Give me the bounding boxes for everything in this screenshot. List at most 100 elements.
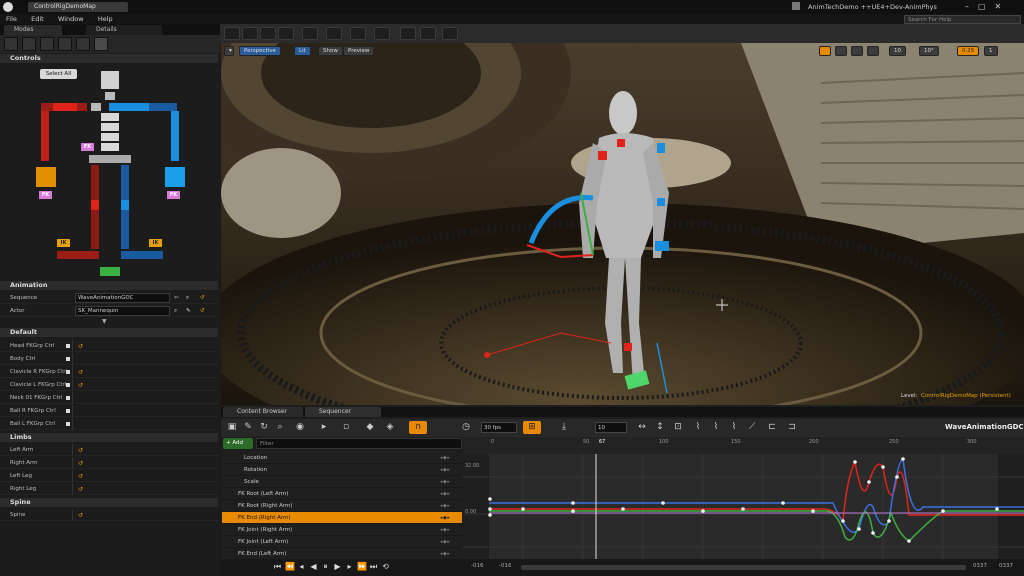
- menu-edit[interactable]: Edit: [31, 14, 44, 24]
- track-key-buttons[interactable]: ◂◆▸: [440, 524, 450, 536]
- save-icon[interactable]: ▣: [225, 421, 239, 434]
- upperarm-l-control[interactable]: [125, 103, 149, 111]
- show-button[interactable]: Show: [318, 46, 343, 56]
- browse-icon[interactable]: ⌕: [186, 292, 189, 304]
- build-icon[interactable]: [374, 27, 390, 40]
- reset-arrow-icon[interactable]: ↺: [78, 341, 83, 353]
- select-all-button[interactable]: Select All: [40, 69, 77, 79]
- hand-l-control[interactable]: [165, 167, 185, 187]
- timeline-ruler[interactable]: 0 50 100 150 200 250 300 67 32.00 0.00: [463, 437, 1024, 515]
- track-row-selected[interactable]: FK End (Right Arm) ◂◆▸: [222, 512, 462, 524]
- save-icon[interactable]: [224, 27, 240, 40]
- foot-l-control[interactable]: [121, 251, 163, 259]
- prev-key-icon[interactable]: ⏪: [285, 562, 295, 572]
- reset-icon[interactable]: ↺: [200, 292, 205, 304]
- expand-arrow-icon[interactable]: ▼: [102, 318, 107, 325]
- fk-hand-l-toggle[interactable]: FK: [167, 191, 180, 199]
- range-start[interactable]: -016: [471, 563, 483, 569]
- lit-button[interactable]: Lit: [294, 46, 311, 56]
- track-key-buttons[interactable]: ◂◆▸: [440, 452, 450, 464]
- spine-top-control[interactable]: [91, 103, 101, 111]
- add-track-button[interactable]: + Add: [223, 438, 253, 449]
- clock-icon[interactable]: ◷: [459, 421, 473, 434]
- track-key-buttons[interactable]: ◂◆▸: [440, 464, 450, 476]
- curve-mode-icon[interactable]: ◈: [383, 421, 397, 434]
- checkbox-icon[interactable]: [66, 370, 70, 374]
- reset-arrow-icon[interactable]: ↺: [78, 380, 83, 392]
- track-key-buttons[interactable]: ◂◆▸: [440, 476, 450, 488]
- hand-r-control[interactable]: [36, 167, 56, 187]
- preview-button[interactable]: Preview: [343, 46, 375, 56]
- perspective-button[interactable]: Perspective: [239, 46, 281, 56]
- blueprints-icon[interactable]: [326, 27, 342, 40]
- fps-dropdown[interactable]: 30 fps: [481, 422, 517, 433]
- scale-icon[interactable]: [851, 46, 863, 56]
- settings-icon[interactable]: [302, 27, 318, 40]
- jump-end-icon[interactable]: ⏭: [369, 562, 378, 572]
- reset-arrow-icon[interactable]: ↺: [78, 445, 83, 457]
- animation-header[interactable]: Animation: [0, 281, 218, 290]
- world-local-icon[interactable]: [867, 46, 879, 56]
- reset-arrow-icon[interactable]: ↺: [78, 471, 83, 483]
- tangent-break-icon[interactable]: ⌇: [727, 421, 741, 434]
- use-selected-icon[interactable]: ⇦: [174, 292, 179, 304]
- snap-icon[interactable]: ⊞: [523, 421, 541, 434]
- prev-frame-icon[interactable]: ◂: [297, 562, 306, 572]
- fit-horizontal-icon[interactable]: ↔: [635, 421, 649, 434]
- sequence-combo[interactable]: WaveAnimationGDC: [75, 293, 170, 303]
- pelvis-control[interactable]: [89, 155, 131, 163]
- arm-r-segment[interactable]: [77, 103, 87, 111]
- geometry-mode-icon[interactable]: [76, 37, 90, 51]
- grid-snap-value[interactable]: 10: [889, 46, 906, 56]
- menu-file[interactable]: File: [6, 14, 17, 24]
- reset-arrow-icon[interactable]: ↺: [78, 367, 83, 379]
- curve-editor[interactable]: [463, 437, 1024, 559]
- linear-icon[interactable]: ⟋: [745, 421, 759, 434]
- forearm-r-control[interactable]: [41, 111, 49, 161]
- save-as-icon[interactable]: ✎: [241, 421, 255, 434]
- checkbox-icon[interactable]: [66, 383, 70, 387]
- flatten-icon[interactable]: ⊐: [785, 421, 799, 434]
- limbs-header[interactable]: Limbs: [0, 433, 218, 442]
- snap-value-dropdown[interactable]: 10: [595, 422, 627, 433]
- tab-content-browser[interactable]: Content Browser: [223, 407, 303, 417]
- spine-03-control[interactable]: [101, 113, 119, 121]
- frame-icon[interactable]: ⊡: [671, 421, 685, 434]
- play-icon[interactable]: [420, 27, 436, 40]
- place-mode-icon[interactable]: [4, 37, 18, 51]
- checkbox-icon[interactable]: [66, 344, 70, 348]
- window-controls[interactable]: –▢✕: [965, 2, 1010, 11]
- search-icon[interactable]: ⌕: [273, 421, 287, 434]
- view-end[interactable]: 0337: [973, 563, 987, 569]
- snap-marker-icon[interactable]: ⤓: [557, 421, 571, 434]
- track-row[interactable]: Scale ◂◆▸: [222, 476, 462, 488]
- track-key-buttons[interactable]: ◂◆▸: [440, 512, 450, 524]
- track-row[interactable]: FK Joint (Right Arm) ◂◆▸: [222, 524, 462, 536]
- marketplace-icon[interactable]: [278, 27, 294, 40]
- upperarm-r-control[interactable]: [53, 103, 77, 111]
- content-icon[interactable]: [260, 27, 276, 40]
- play-menu-icon[interactable]: ▸: [317, 421, 331, 434]
- clavicle-l-fk[interactable]: [41, 103, 53, 111]
- foliage-mode-icon[interactable]: [58, 37, 72, 51]
- fk-hand-r-toggle[interactable]: FK: [39, 191, 52, 199]
- fit-vertical-icon[interactable]: ↕: [653, 421, 667, 434]
- launch-icon[interactable]: [442, 27, 458, 40]
- document-tab[interactable]: ControlRigDemoMap: [28, 2, 128, 12]
- fk-torso-toggle[interactable]: FK: [81, 143, 94, 151]
- compile-icon[interactable]: [400, 27, 416, 40]
- landscape-mode-icon[interactable]: [40, 37, 54, 51]
- play-icon[interactable]: ▶: [333, 562, 342, 572]
- pick-actor-icon[interactable]: ✎: [186, 305, 191, 317]
- animation-mode-icon[interactable]: [94, 37, 108, 51]
- ik-leg-r-toggle[interactable]: IK: [57, 239, 70, 247]
- next-frame-icon[interactable]: ▸: [345, 562, 354, 572]
- actor-combo[interactable]: SK_Mannequin: [75, 306, 170, 316]
- loop-icon[interactable]: ⟲: [381, 562, 390, 572]
- spine-02-control[interactable]: [101, 123, 119, 131]
- track-row[interactable]: Location ◂◆▸: [222, 452, 462, 464]
- camera-speed[interactable]: 1: [984, 46, 998, 56]
- reset-arrow-icon[interactable]: ↺: [78, 458, 83, 470]
- track-key-buttons[interactable]: ◂◆▸: [440, 500, 450, 512]
- track-row[interactable]: Rotation ◂◆▸: [222, 464, 462, 476]
